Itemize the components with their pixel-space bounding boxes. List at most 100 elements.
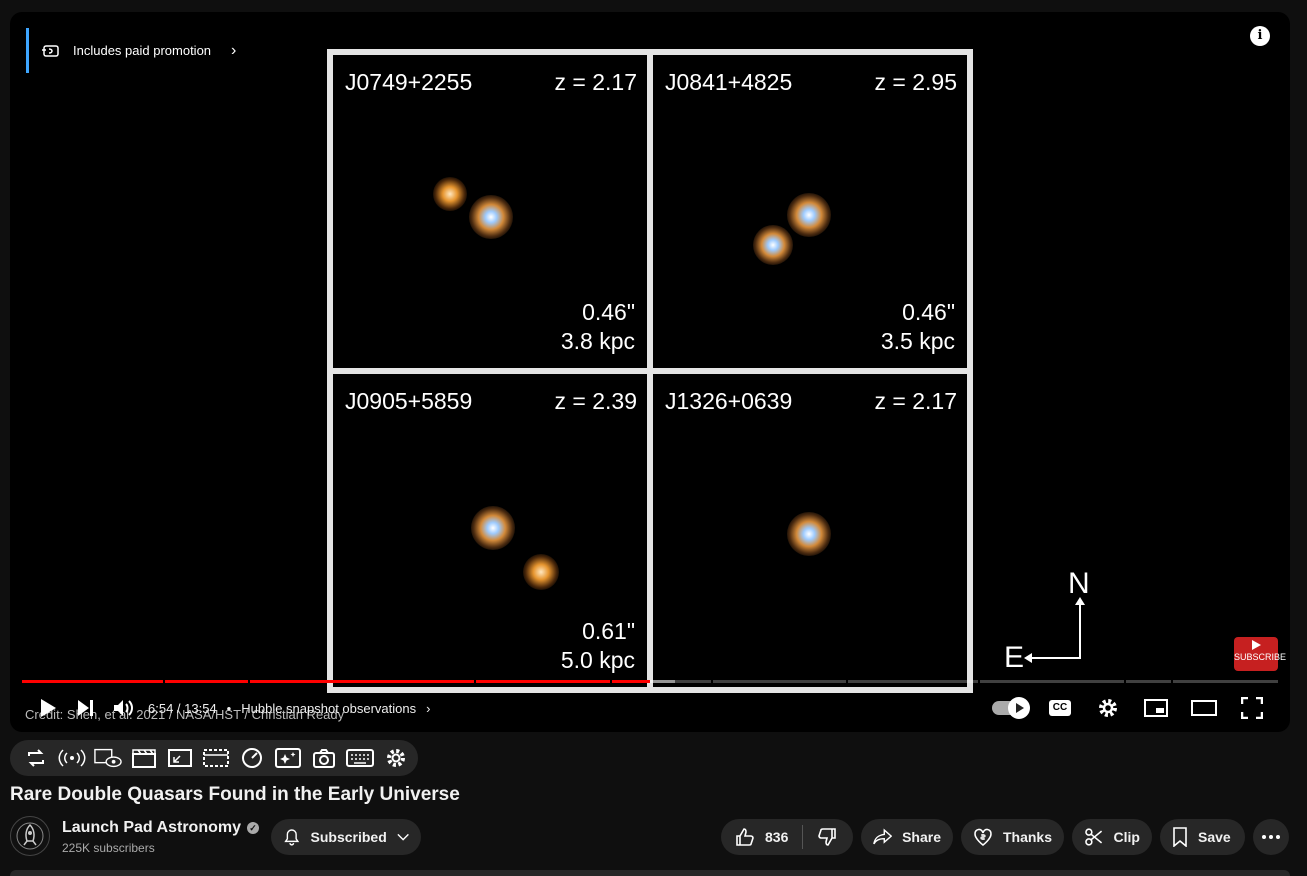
separation-arcsec: 0.46" (902, 299, 955, 325)
thanks-label: Thanks (1002, 829, 1052, 845)
clip-button[interactable]: Clip (1072, 819, 1152, 855)
quasar-redshift: z = 2.17 (874, 388, 957, 414)
chevron-right-icon: › (426, 700, 431, 716)
fullscreen-icon (1241, 697, 1263, 719)
quasar-panel: J0841+4825 z = 2.95 0.46" 3.5 kpc (653, 55, 967, 368)
channel-name[interactable]: Launch Pad Astronomy ✓ (62, 819, 259, 837)
separation-kpc: 5.0 kpc (560, 647, 635, 673)
chapter-marker (1124, 680, 1126, 683)
keyboard-icon[interactable] (346, 744, 374, 772)
next-button[interactable] (72, 694, 100, 722)
save-label: Save (1198, 829, 1231, 845)
miniplayer-icon (1144, 699, 1168, 717)
separation-kpc: 3.5 kpc (880, 328, 955, 354)
share-button[interactable]: Share (861, 819, 953, 855)
promotion-icon (42, 44, 59, 57)
separation-arcsec: 0.46" (582, 299, 635, 325)
share-icon (873, 828, 893, 845)
quasar-source (787, 512, 831, 556)
paid-promotion-label: Includes paid promotion (73, 43, 212, 58)
quasar-redshift: z = 2.17 (554, 69, 637, 95)
quasar-source (471, 506, 515, 550)
gear-icon[interactable] (382, 744, 410, 772)
more-actions-button[interactable] (1253, 819, 1289, 855)
compass-east-label: E (1004, 641, 1025, 674)
fullscreen-button[interactable] (1238, 694, 1266, 722)
rocket-icon (16, 822, 44, 850)
theater-mode-button[interactable] (1190, 694, 1218, 722)
chevron-right-icon: › (231, 41, 237, 59)
arrow-left-icon (1024, 653, 1032, 663)
thanks-icon (974, 828, 992, 846)
extension-toolbar (10, 740, 418, 776)
repeat-icon[interactable] (22, 744, 50, 772)
sparkle-icon[interactable] (274, 744, 302, 772)
save-button[interactable]: Save (1160, 819, 1245, 855)
settings-button[interactable] (1094, 694, 1122, 722)
quasar-source (433, 177, 467, 211)
chapter-separator: • (226, 700, 232, 716)
clapper-icon[interactable] (130, 744, 158, 772)
scissors-icon (1085, 828, 1103, 846)
info-icon[interactable]: i (1250, 26, 1270, 46)
play-button[interactable] (34, 694, 62, 722)
thumbs-up-icon (736, 828, 754, 846)
quasar-name: J1326+0639 (665, 388, 793, 414)
quasar-name: J0841+4825 (665, 69, 793, 95)
chapter-title[interactable]: Hubble snapshot observations (241, 701, 416, 716)
broadcast-icon[interactable] (58, 744, 86, 772)
miniplayer-button[interactable] (1142, 694, 1170, 722)
progress-bar[interactable] (22, 680, 1278, 683)
play-icon (41, 699, 56, 717)
video-player[interactable]: Includes paid promotion › i J0749+2255 z… (10, 12, 1290, 732)
compass-north-label: N (1068, 567, 1090, 600)
dotted-frame-icon[interactable] (202, 744, 230, 772)
quasar-name: J0905+5859 (345, 388, 473, 414)
chapter-marker (711, 680, 713, 683)
dislike-button[interactable] (803, 819, 851, 855)
subscribe-label: Subscribed (310, 829, 387, 845)
theater-icon (1191, 700, 1217, 716)
video-title: Rare Double Quasars Found in the Early U… (10, 784, 460, 805)
autoplay-knob-icon (1008, 697, 1030, 719)
bookmark-icon (1173, 827, 1187, 847)
chapter-marker (846, 680, 848, 683)
compass-horizontal-line (1030, 657, 1081, 659)
progress-fill (22, 680, 650, 683)
autoplay-toggle[interactable] (992, 697, 1030, 719)
more-horizontal-icon (1262, 835, 1280, 839)
bell-icon (284, 829, 300, 846)
camera-icon[interactable] (310, 744, 338, 772)
avatar[interactable] (10, 816, 50, 856)
quasar-redshift: z = 2.95 (874, 69, 957, 95)
verified-icon: ✓ (246, 822, 259, 834)
thanks-button[interactable]: Thanks (961, 819, 1064, 855)
player-controls: 6:54 / 13:54 • Hubble snapshot observati… (10, 692, 1290, 724)
quasar-redshift: z = 2.39 (554, 388, 637, 414)
captions-button[interactable]: CC (1046, 694, 1074, 722)
like-button[interactable]: 836 (721, 819, 802, 855)
eye-overlay-icon[interactable] (94, 744, 122, 772)
skip-next-icon (78, 700, 93, 716)
quasar-panel: J0905+5859 z = 2.39 0.61" 5.0 kpc (333, 374, 647, 687)
chevron-down-icon (397, 833, 409, 841)
chapter-marker (978, 680, 980, 683)
subscribe-button[interactable]: Subscribed (271, 819, 421, 855)
paid-promotion-notice[interactable]: Includes paid promotion › (26, 28, 236, 73)
subscribe-watermark[interactable]: SUBSCRIBE (1234, 637, 1286, 671)
share-label: Share (902, 829, 941, 845)
quasar-source (753, 225, 793, 265)
time-display: 6:54 / 13:54 (148, 700, 217, 716)
quasar-panel: J0749+2255 z = 2.17 0.46" 3.8 kpc (333, 55, 647, 368)
quasar-separation: 0.46" 3.5 kpc (881, 298, 955, 356)
separation-arcsec: 0.61" (582, 618, 635, 644)
subscriber-count: 225K subscribers (62, 841, 155, 855)
speed-icon[interactable] (238, 744, 266, 772)
volume-button[interactable] (110, 694, 138, 722)
picture-in-picture-icon[interactable] (166, 744, 194, 772)
chapter-marker (610, 680, 612, 683)
like-count: 836 (765, 829, 789, 845)
quasar-image-grid: J0749+2255 z = 2.17 0.46" 3.8 kpc J0841+… (327, 49, 973, 693)
clip-label: Clip (1113, 829, 1140, 845)
play-icon (1251, 640, 1261, 650)
